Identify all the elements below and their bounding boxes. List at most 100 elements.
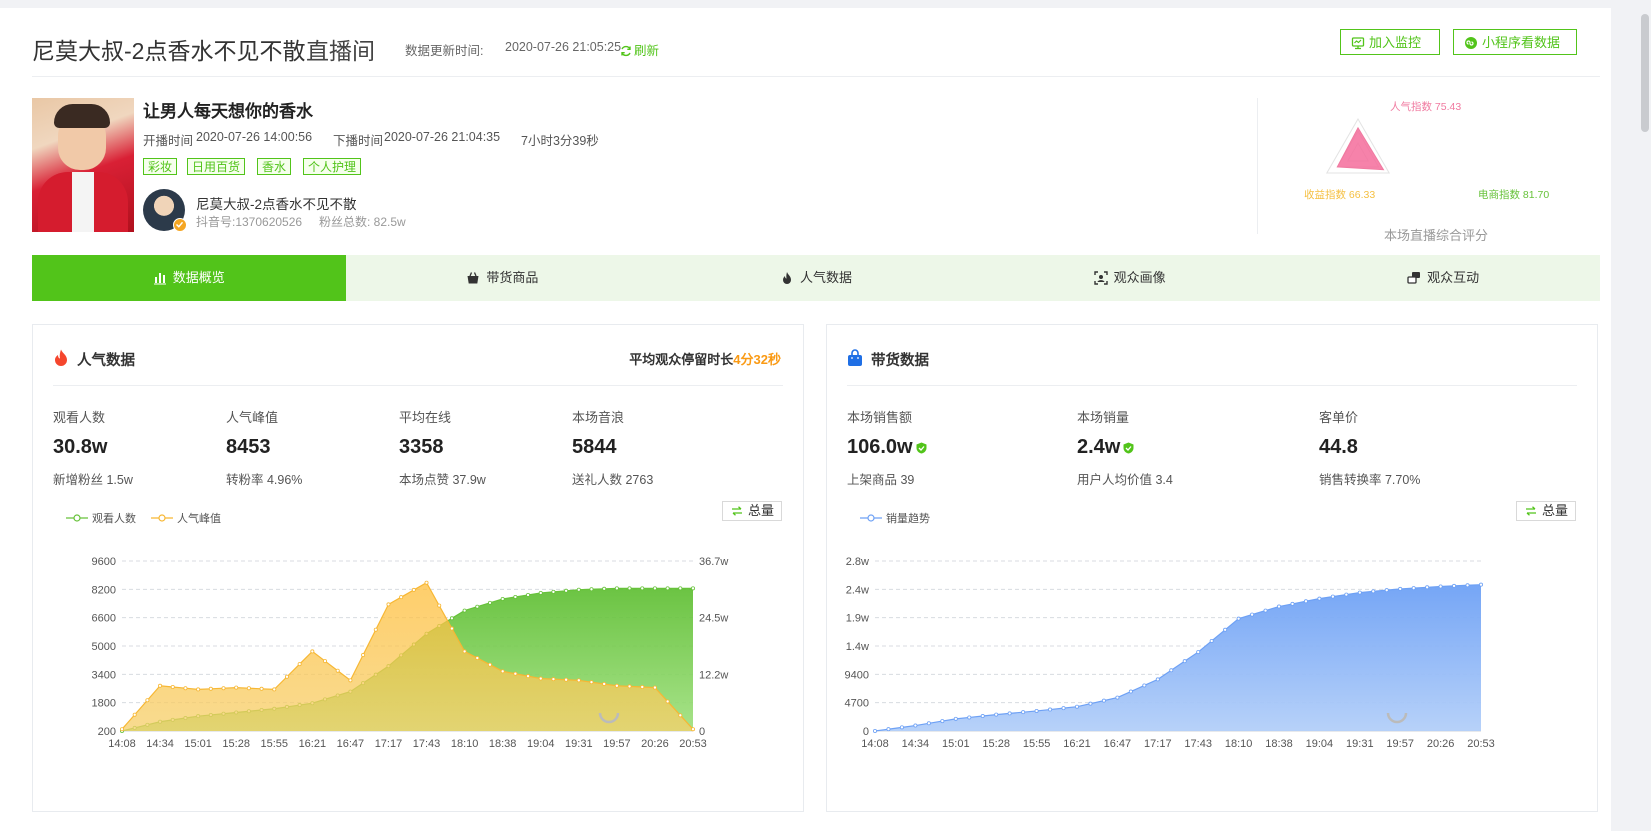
sales-point (980, 714, 985, 719)
x-tick-label: 20:53 (1467, 738, 1495, 750)
peak-point (500, 669, 505, 674)
tab-label: 数据概览 (172, 270, 225, 285)
y-tick-label: 200 (98, 726, 116, 738)
stat-sub: 新增粉丝 1.5w (53, 473, 133, 487)
viewers-point (652, 586, 657, 591)
tab-audience-profile[interactable]: 观众画像 (973, 255, 1287, 301)
x-tick-label: 18:38 (489, 738, 517, 750)
tab-audience-interaction[interactable]: 观众互动 (1286, 255, 1600, 301)
y-tick-label: 6600 (92, 613, 116, 625)
y-tick-label: 1.9w (846, 613, 869, 625)
divider (1257, 98, 1258, 234)
verified-badge-icon (173, 218, 187, 232)
viewers-point (564, 588, 569, 593)
x-tick-label: 20:53 (679, 738, 707, 750)
peak-point (513, 671, 518, 676)
stat-viewers: 观看人数 30.8w 新增粉丝 1.5w (53, 407, 133, 488)
stat-label: 本场销售额 (847, 410, 913, 425)
y2-tick-label: 0 (699, 726, 705, 738)
x-tick-label: 17:43 (1184, 738, 1212, 750)
divider (53, 385, 783, 386)
sales-point (967, 715, 972, 720)
x-tick-label: 19:04 (527, 738, 555, 750)
viewers-point (526, 592, 531, 597)
add-monitor-button[interactable]: 加入监控 (1340, 29, 1440, 55)
score-caption: 本场直播综合评分 (1384, 228, 1489, 243)
miniapp-label: 小程序看数据 (1482, 35, 1561, 50)
total-toggle-button[interactable]: 总量 (722, 501, 782, 521)
tag: 日用百货 (187, 158, 246, 175)
stat-sales-amount: 本场销售额 106.0w 上架商品 39 (847, 407, 927, 488)
y2-tick-label: 24.5w (699, 613, 728, 625)
viewers-point (551, 589, 556, 594)
legend-marker (867, 514, 875, 522)
sales-point (1048, 707, 1053, 712)
shopping-bag-icon (848, 349, 862, 366)
sales-point (1438, 584, 1443, 589)
x-tick-label: 15:01 (942, 738, 970, 750)
peak-point (335, 668, 340, 673)
tab-overview[interactable]: 数据概览 (32, 255, 346, 301)
sales-point (1384, 588, 1389, 593)
legend-label: 观看人数 (92, 511, 136, 525)
anchor-name[interactable]: 尼莫大叔-2点香水不见不散 (196, 193, 357, 213)
peak-point (183, 686, 188, 691)
x-tick-label: 16:21 (1063, 738, 1091, 750)
add-monitor-label: 加入监控 (1369, 35, 1422, 50)
tab-products[interactable]: 带货商品 (346, 255, 660, 301)
x-tick-label: 15:28 (222, 738, 250, 750)
x-tick-label: 15:55 (261, 738, 289, 750)
viewers-point (487, 600, 492, 605)
anchor-title: 尼莫大叔-2点香水不见不散 (32, 38, 306, 64)
stat-value: 8453 (226, 436, 271, 458)
peak-point (145, 698, 150, 703)
peak-point (208, 686, 213, 691)
peak-point (640, 684, 645, 689)
x-tick-label: 19:57 (603, 738, 631, 750)
legend-marker (73, 514, 81, 522)
stat-value: 30.8w (53, 436, 108, 458)
y-tick-label: 0 (863, 726, 869, 738)
scrollbar-thumb[interactable] (1641, 14, 1649, 132)
viewers-point (538, 590, 543, 595)
sales-point (1155, 677, 1160, 682)
verified-shield-icon (916, 442, 927, 454)
tab-popularity[interactable]: 人气数据 (659, 255, 973, 301)
tag: 彩妆 (143, 158, 178, 175)
sales-point (1290, 601, 1295, 606)
sales-chart: 0 4700 9400 1.4w 1.9w 2.4w 2.8w 14:08 14:34 15:01… (845, 511, 1495, 750)
y-tick-label: 5000 (92, 641, 116, 653)
refresh-button[interactable]: 刷新 (620, 40, 659, 59)
legend-label: 人气峰值 (177, 511, 221, 525)
scrollbar-track[interactable] (1639, 0, 1651, 831)
peak-point (411, 587, 416, 592)
peak-point (678, 713, 683, 718)
sales-point (1276, 604, 1281, 609)
peak-point (627, 684, 632, 689)
scan-icon (1093, 271, 1108, 285)
sales-point (1196, 650, 1201, 655)
peak-point (602, 681, 607, 686)
end-time-label: 下播时间 (333, 134, 384, 148)
stat-label: 人气峰值 (226, 410, 279, 425)
viewers-point (640, 586, 645, 591)
viewers-point (475, 604, 480, 609)
stat-label: 本场音浪 (572, 410, 625, 425)
sales-point (1303, 599, 1308, 604)
stat-value: 3358 (399, 436, 444, 458)
stat-unit-price: 客单价 44.8 销售转换率 7.70% (1319, 407, 1420, 488)
miniapp-icon (1465, 37, 1477, 49)
sales-point (1021, 710, 1026, 715)
stat-peak: 人气峰值 8453 转粉率 4.96% (226, 407, 302, 488)
sales-point (1115, 695, 1120, 700)
tag: 个人护理 (303, 158, 362, 175)
radar-chart (1325, 118, 1391, 174)
x-tick-label: 14:08 (108, 738, 136, 750)
viewers-point (627, 586, 632, 591)
viewers-point (691, 586, 696, 591)
total-toggle-button[interactable]: 总量 (1516, 501, 1576, 521)
sales-point (1061, 706, 1066, 711)
miniapp-data-button[interactable]: 小程序看数据 (1453, 29, 1577, 55)
y2-tick-label: 36.7w (699, 556, 728, 568)
stat-label: 平均在线 (399, 410, 452, 425)
